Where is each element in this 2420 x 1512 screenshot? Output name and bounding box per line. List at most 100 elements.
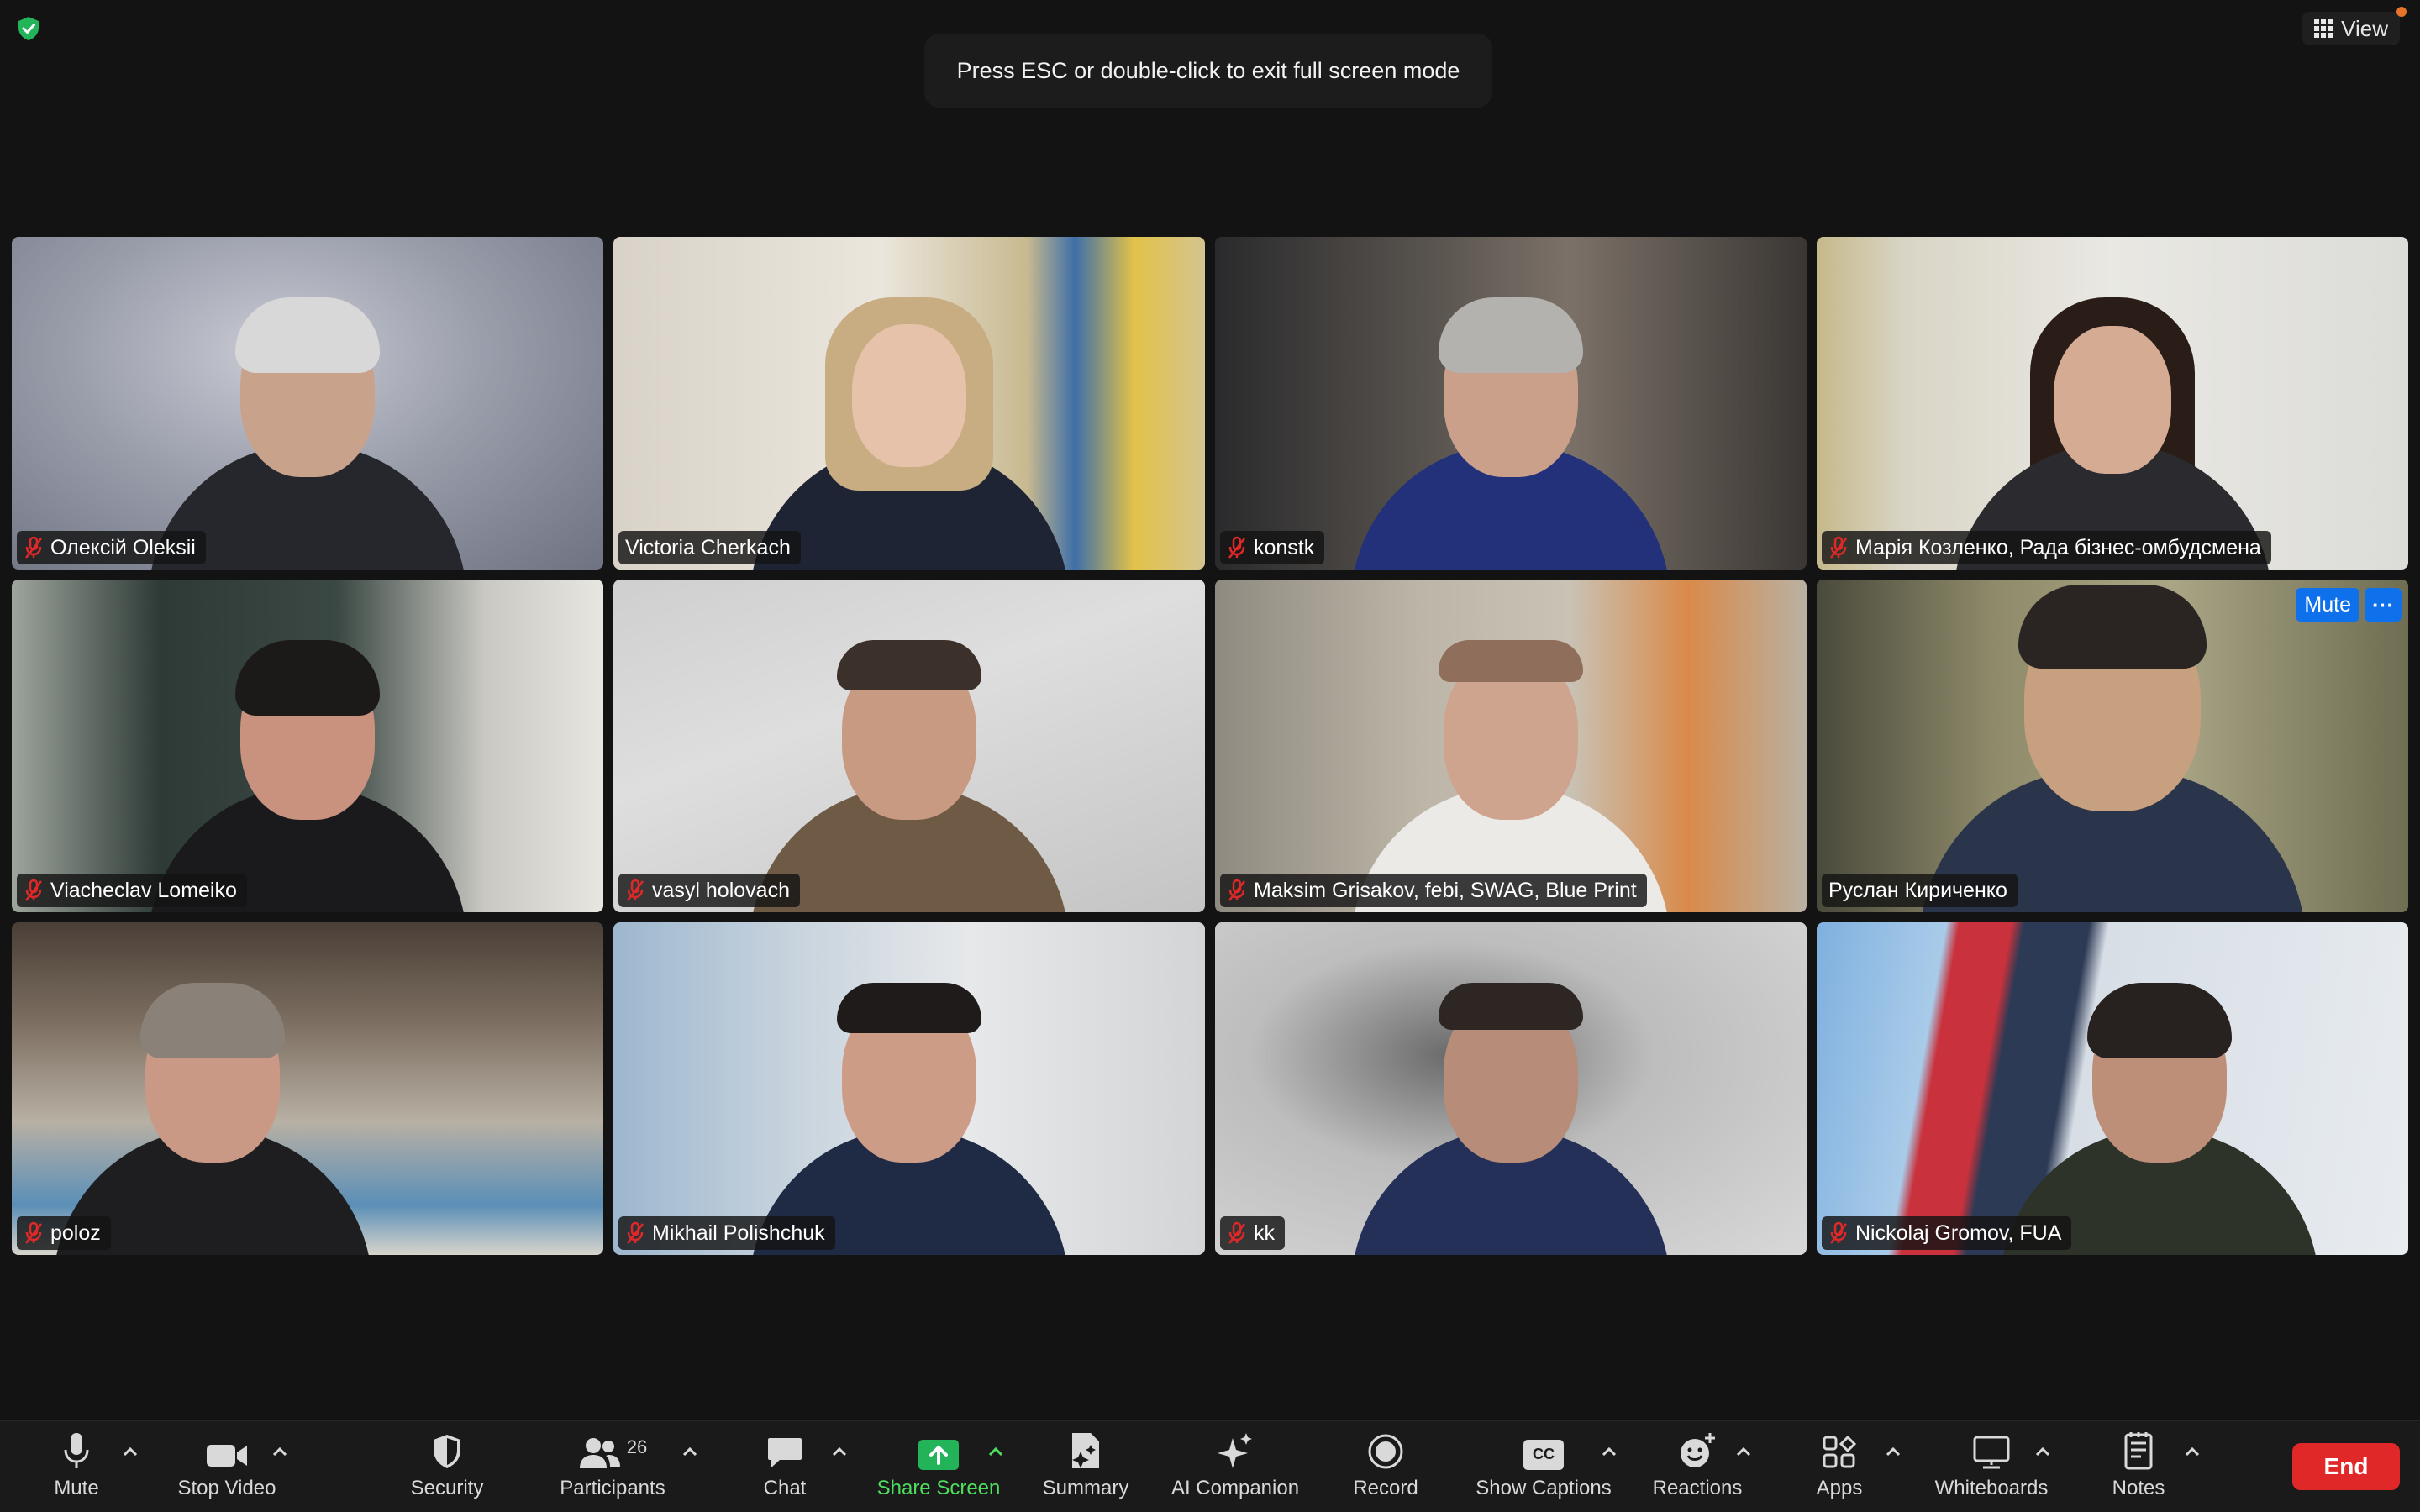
reactions-options-caret[interactable]	[1734, 1445, 1753, 1458]
whiteboard-icon	[1973, 1436, 2010, 1469]
exit-fullscreen-banner: Press ESC or double-click to exit full s…	[924, 34, 1492, 108]
notes-icon	[2124, 1432, 2153, 1470]
participant-name-tag: Руслан Кириченко	[1822, 874, 2018, 907]
tile-actions: Mute ···	[2296, 588, 2402, 622]
video-tile[interactable]: konstk	[1215, 237, 1807, 570]
participant-video	[1351, 259, 1670, 570]
whiteboards-options-caret[interactable]	[2033, 1445, 2052, 1458]
video-tile[interactable]: Олексій Oleksii	[12, 237, 603, 570]
muted-mic-icon	[1228, 879, 1245, 901]
participant-name-tag: Viacheclav Lomeiko	[17, 874, 247, 907]
participant-video	[148, 259, 467, 570]
summary-button[interactable]: Summary	[1039, 1421, 1133, 1512]
participant-name: Victoria Cherkach	[625, 535, 791, 559]
mute-label: Mute	[54, 1477, 99, 1499]
video-tile[interactable]: Марія Козленко, Рада бізнес-омбудсмена	[1817, 237, 2408, 570]
stop-video-label: Stop Video	[177, 1477, 276, 1499]
apps-button[interactable]: Apps	[1807, 1421, 1872, 1512]
ai-companion-button[interactable]: AI Companion	[1166, 1421, 1304, 1512]
participant-name: Олексій Oleksii	[50, 535, 196, 559]
participant-name: Mikhail Polishchuk	[652, 1221, 825, 1245]
participant-name: Viacheclav Lomeiko	[50, 878, 237, 902]
encryption-shield-icon[interactable]	[15, 15, 42, 42]
participants-button[interactable]: 26 Participants	[551, 1421, 674, 1512]
muted-mic-icon	[627, 1221, 644, 1244]
notification-dot	[2396, 7, 2407, 17]
share-screen-icon	[918, 1440, 959, 1470]
participant-name-tag: kk	[1220, 1216, 1285, 1250]
view-label: View	[2341, 15, 2388, 41]
participant-video	[1919, 580, 2306, 912]
participants-options-caret[interactable]	[681, 1445, 699, 1458]
smiley-plus-icon	[1681, 1433, 1715, 1467]
chat-button[interactable]: Chat	[751, 1421, 818, 1512]
captions-badge: CC	[1533, 1446, 1555, 1462]
video-tile[interactable]: poloz	[12, 922, 603, 1255]
video-tile[interactable]: Viacheclav Lomeiko	[12, 580, 603, 912]
apps-options-caret[interactable]	[1884, 1445, 1902, 1458]
exit-fullscreen-text: Press ESC or double-click to exit full s…	[956, 57, 1460, 83]
mute-button[interactable]: Mute	[40, 1421, 113, 1512]
video-tile-active-speaker[interactable]: Mute ··· Руслан Кириченко	[1817, 580, 2408, 912]
summary-icon	[1072, 1433, 1099, 1468]
notes-options-caret[interactable]	[2183, 1445, 2202, 1458]
video-tile[interactable]: kk	[1215, 922, 1807, 1255]
ai-companion-label: AI Companion	[1171, 1477, 1300, 1499]
participant-name-tag: Victoria Cherkach	[618, 531, 801, 564]
participant-name-tag: Олексій Oleksii	[17, 531, 206, 564]
share-screen-label: Share Screen	[876, 1477, 1001, 1499]
reactions-button[interactable]: Reactions	[1649, 1421, 1746, 1512]
shield-icon	[434, 1435, 460, 1468]
captions-options-caret[interactable]	[1600, 1445, 1618, 1458]
stop-video-button[interactable]: Stop Video	[168, 1421, 286, 1512]
share-screen-button[interactable]: Share Screen	[871, 1421, 1007, 1512]
participant-name: konstk	[1254, 535, 1315, 559]
participants-icon	[579, 1438, 620, 1468]
share-options-caret[interactable]	[986, 1445, 1005, 1458]
participant-video	[750, 944, 1069, 1255]
muted-mic-icon	[25, 1221, 42, 1244]
security-label: Security	[410, 1477, 484, 1499]
participant-name-tag: Марія Козленко, Рада бізнес-омбудсмена	[1822, 531, 2271, 564]
security-button[interactable]: Security	[398, 1421, 496, 1512]
apps-label: Apps	[1816, 1477, 1863, 1499]
more-options-button[interactable]: ···	[2365, 588, 2402, 622]
video-gallery: Олексій Oleksii Victoria Cherkach konstk	[12, 237, 2408, 1255]
participant-video	[1351, 601, 1670, 912]
mute-participant-button[interactable]: Mute	[2296, 588, 2360, 622]
participant-name-tag: konstk	[1220, 531, 1325, 564]
video-tile[interactable]: vasyl holovach	[613, 580, 1205, 912]
participant-video	[2000, 944, 2320, 1255]
apps-icon	[1823, 1435, 1857, 1468]
whiteboards-label: Whiteboards	[1934, 1477, 2049, 1499]
video-tile[interactable]: Maksim Grisakov, febi, SWAG, Blue Print	[1215, 580, 1807, 912]
participant-name: Maksim Grisakov, febi, SWAG, Blue Print	[1254, 878, 1637, 902]
microphone-icon	[64, 1433, 89, 1468]
video-tile[interactable]: Victoria Cherkach	[613, 237, 1205, 570]
video-options-caret[interactable]	[271, 1445, 289, 1458]
muted-mic-icon	[1830, 1221, 1847, 1244]
video-tile[interactable]: Nickolaj Gromov, FUA	[1817, 922, 2408, 1255]
notes-button[interactable]: Notes	[2102, 1421, 2175, 1512]
record-label: Record	[1353, 1477, 1418, 1499]
participant-video	[53, 944, 373, 1255]
participant-video	[1351, 944, 1670, 1255]
view-button[interactable]: View	[2302, 12, 2400, 45]
chat-options-caret[interactable]	[830, 1445, 849, 1458]
participant-name-tag: poloz	[17, 1216, 111, 1250]
participant-name-tag: Nickolaj Gromov, FUA	[1822, 1216, 2072, 1250]
whiteboards-button[interactable]: Whiteboards	[1926, 1421, 2057, 1512]
chat-bubble-icon	[768, 1438, 802, 1467]
mute-options-caret[interactable]	[121, 1445, 139, 1458]
record-icon	[1368, 1434, 1403, 1469]
muted-mic-icon	[1830, 536, 1847, 559]
video-tile[interactable]: Mikhail Polishchuk	[613, 922, 1205, 1255]
grid-view-icon	[2314, 19, 2333, 38]
muted-mic-icon	[1228, 536, 1245, 559]
end-meeting-button[interactable]: End	[2292, 1443, 2400, 1490]
meeting-toolbar: Mute Stop Video Security 26 Participants…	[0, 1420, 2420, 1512]
record-button[interactable]: Record	[1346, 1421, 1425, 1512]
show-captions-button[interactable]: CC Show Captions	[1469, 1421, 1618, 1512]
participant-video	[1953, 259, 2272, 570]
participant-video	[148, 601, 467, 912]
